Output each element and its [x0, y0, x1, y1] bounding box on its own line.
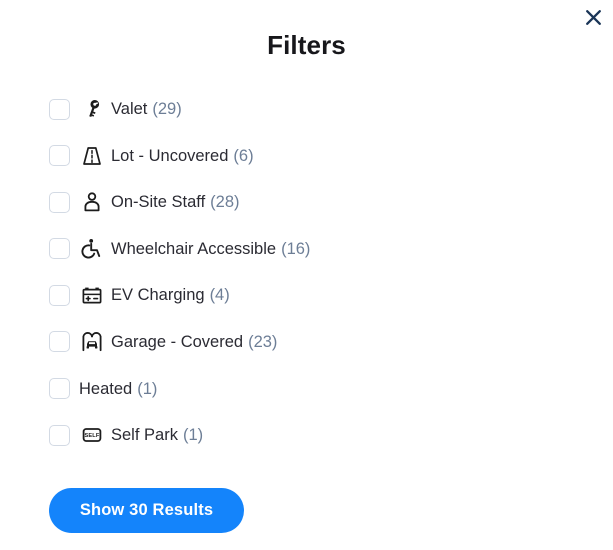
filter-row-wheelchair-accessible[interactable]: Wheelchair Accessible (16): [49, 234, 583, 264]
self-park-icon: SELF: [79, 422, 105, 448]
filter-label: Wheelchair Accessible: [111, 239, 277, 258]
filter-count: (1): [182, 426, 204, 445]
filter-label: Garage - Covered: [111, 332, 244, 351]
filter-label: On-Site Staff: [111, 193, 206, 212]
filter-count: (23): [248, 332, 278, 351]
filter-count: (6): [233, 146, 254, 165]
filter-count: (1): [137, 379, 158, 398]
filter-row-on-site-staff[interactable]: On-Site Staff (28): [49, 187, 583, 217]
road-icon: [79, 143, 105, 169]
filter-label: EV Charging: [111, 286, 205, 305]
checkbox-wheelchair-accessible[interactable]: [49, 238, 70, 260]
svg-text:SELF: SELF: [84, 433, 99, 439]
show-results-button[interactable]: Show 30 Results: [49, 488, 244, 533]
key-icon: [79, 96, 105, 122]
filter-count: (29): [152, 100, 182, 118]
filter-row-self-park[interactable]: SELF Self Park (1): [49, 420, 583, 450]
checkbox-heated[interactable]: [49, 378, 70, 400]
wheelchair-icon: [79, 236, 105, 262]
filter-row-ev-charging[interactable]: EV Charging (4): [49, 280, 583, 310]
filter-row-valet[interactable]: Valet (29): [49, 94, 583, 124]
filter-row-lot-uncovered[interactable]: Lot - Uncovered (6): [49, 141, 583, 171]
filter-list: Valet (29) Lot - Uncovered (6) On-Site S…: [49, 94, 583, 467]
filters-modal: Filters Valet (29) Lot - Uncovered (6) O…: [0, 0, 613, 550]
filter-label: Self Park: [111, 426, 178, 445]
filter-count: (16): [281, 239, 311, 258]
checkbox-self-park[interactable]: [49, 424, 70, 446]
filter-label: Heated: [79, 379, 133, 398]
filter-row-garage-covered[interactable]: Garage - Covered (23): [49, 327, 583, 357]
checkbox-on-site-staff[interactable]: [49, 191, 70, 213]
checkbox-lot-uncovered[interactable]: [49, 145, 70, 167]
checkbox-valet[interactable]: [49, 98, 70, 120]
close-button[interactable]: [579, 3, 607, 31]
filter-count: (4): [209, 286, 230, 305]
filter-label: Valet: [111, 100, 148, 118]
close-icon: [584, 8, 603, 27]
battery-icon: [79, 282, 105, 308]
checkbox-ev-charging[interactable]: [49, 284, 70, 306]
person-icon: [79, 189, 105, 215]
checkbox-garage-covered[interactable]: [49, 331, 70, 353]
filter-count: (28): [210, 193, 240, 212]
filter-row-heated[interactable]: Heated (1): [49, 374, 583, 404]
page-title: Filters: [267, 30, 346, 60]
garage-car-icon: [79, 329, 105, 355]
filter-label: Lot - Uncovered: [111, 146, 229, 165]
